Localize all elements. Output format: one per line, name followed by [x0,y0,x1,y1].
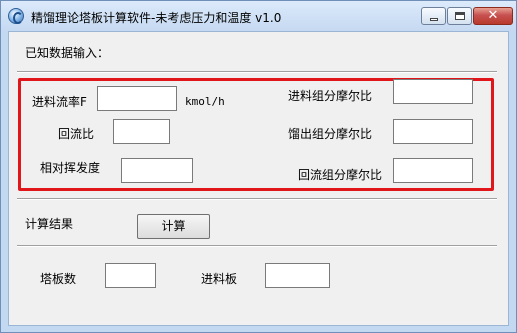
distillate-mole-fraction-input[interactable] [393,119,473,144]
app-window: 精馏理论塔板计算软件-未考虑压力和温度 v1.0 ✕ 已知数据输入： 进料流率F… [0,0,517,333]
feed-mole-fraction-label: 进料组分摩尔比 [288,89,373,103]
plates-output[interactable] [105,263,156,288]
separator-top [17,71,497,73]
input-section-header: 已知数据输入： [25,46,110,60]
window-title: 精馏理论塔板计算软件-未考虑压力和温度 v1.0 [31,11,282,25]
feed-flow-label: 进料流率F [32,95,87,109]
close-icon: ✕ [487,8,499,23]
relative-volatility-input[interactable] [121,158,193,183]
title-bar[interactable]: 精馏理论塔板计算软件-未考虑压力和温度 v1.0 ✕ [1,1,516,31]
calculate-button[interactable]: 计算 [137,214,210,239]
separator-bottom [17,245,497,247]
feed-flow-input[interactable] [97,86,177,111]
feed-mole-fraction-input[interactable] [393,79,473,104]
feed-plate-output[interactable] [265,263,330,288]
relative-volatility-label: 相对挥发度 [40,161,101,175]
plates-label: 塔板数 [40,272,77,286]
reflux-mole-fraction-input[interactable] [393,158,473,183]
separator-middle [17,198,497,200]
distillate-mole-fraction-label: 馏出组分摩尔比 [288,127,373,141]
result-section-header: 计算结果 [25,217,74,231]
minimize-icon [430,18,438,21]
reflux-mole-fraction-label: 回流组分摩尔比 [298,168,383,182]
reflux-ratio-label: 回流比 [58,127,95,141]
close-button[interactable]: ✕ [473,7,513,25]
maximize-button[interactable] [447,7,472,25]
maximize-icon [455,12,465,20]
reflux-ratio-input[interactable] [113,119,170,144]
minimize-button[interactable] [421,7,446,25]
feed-flow-unit: kmol/h [185,95,225,108]
feed-plate-label: 进料板 [201,272,238,286]
app-icon[interactable] [8,8,24,24]
